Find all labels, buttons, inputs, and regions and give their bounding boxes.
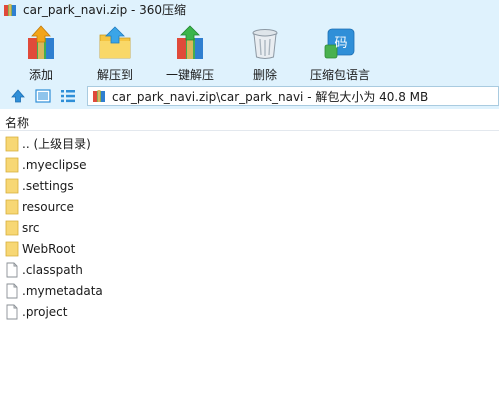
toolbar: 添加 解压到 一键解压 删除 码 压缩包语言 [0, 19, 499, 83]
list-item[interactable]: .classpath [0, 259, 499, 280]
file-icon [6, 262, 18, 277]
list-item[interactable]: .project [0, 301, 499, 322]
list-item[interactable]: .myeclipse [0, 154, 499, 175]
folder-icon [5, 136, 19, 151]
column-header-name[interactable]: 名称 [0, 113, 499, 131]
list-item-name: .. (上级目录) [22, 137, 91, 151]
archive-language-icon-glyph: 码 [334, 36, 347, 51]
archive-app-icon [4, 3, 16, 16]
title-bar: car_park_navi.zip - 360压缩 [0, 0, 499, 19]
list-item-parent-directory[interactable]: .. (上级目录) [0, 133, 499, 154]
archive-language-button-label: 压缩包语言 [309, 68, 370, 82]
add-button[interactable]: 添加 [21, 19, 61, 83]
list-item-name: .settings [22, 178, 74, 193]
list-item[interactable]: .settings [0, 175, 499, 196]
extract-to-button[interactable]: 解压到 [93, 19, 137, 83]
folder-icon [5, 241, 19, 256]
list-item[interactable]: resource [0, 196, 499, 217]
archive-language-button[interactable]: 码 压缩包语言 [308, 19, 372, 83]
archive-file-icon [93, 90, 105, 102]
window-title: car_park_navi.zip - 360压缩 [23, 3, 187, 17]
list-item-name: resource [22, 199, 74, 214]
list-item[interactable]: .mymetadata [0, 280, 499, 301]
list-item-name: src [22, 220, 40, 235]
list-item-name: .classpath [22, 262, 83, 277]
list-item-name: .mymetadata [22, 283, 103, 298]
list-item[interactable]: src [0, 217, 499, 238]
file-icon [6, 304, 18, 319]
extract-to-button-label: 解压到 [96, 68, 133, 82]
delete-button[interactable]: 删除 [245, 19, 285, 83]
extract-to-icon [99, 26, 131, 59]
trash-icon [252, 29, 278, 59]
column-header-label: 名称 [5, 116, 30, 130]
one-click-extract-icon [177, 25, 203, 59]
file-list: .. (上级目录) .myeclipse .settings resource … [0, 133, 499, 322]
one-click-extract-button-label: 一键解压 [165, 68, 214, 82]
list-item-name: .myeclipse [22, 157, 87, 172]
file-icon [6, 283, 18, 298]
path-field[interactable]: car_park_navi.zip\car_park_navi - 解包大小为 … [87, 86, 499, 106]
one-click-extract-button[interactable]: 一键解压 [163, 19, 217, 83]
archive-language-icon: 码 [324, 28, 355, 59]
list-item[interactable]: WebRoot [0, 238, 499, 259]
folder-icon [5, 178, 19, 193]
folder-icon [5, 220, 19, 235]
list-item-name: WebRoot [22, 241, 76, 256]
list-view-icon[interactable] [59, 87, 77, 105]
path-text: car_park_navi.zip\car_park_navi - 解包大小为 … [112, 89, 429, 104]
folder-icon [5, 157, 19, 172]
address-bar: car_park_navi.zip\car_park_navi - 解包大小为 … [0, 83, 499, 109]
add-icon [28, 25, 54, 59]
add-button-label: 添加 [28, 68, 53, 82]
up-level-icon[interactable] [9, 87, 27, 105]
thumbnail-view-icon[interactable] [34, 87, 52, 105]
delete-button-label: 删除 [252, 68, 277, 82]
folder-icon [5, 199, 19, 214]
list-item-name: .project [22, 304, 68, 319]
